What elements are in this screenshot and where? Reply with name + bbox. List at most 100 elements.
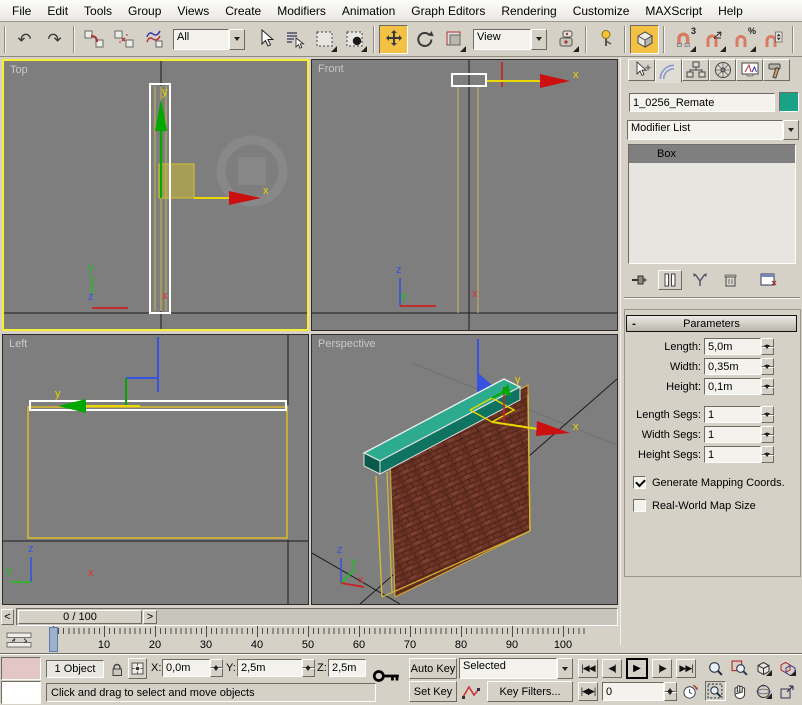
width-spinner[interactable] [761,358,774,375]
object-name-field[interactable]: 1_0256_Remate [629,93,775,112]
menu-item-tools[interactable]: Tools [76,2,120,20]
select-and-move-button[interactable] [379,25,408,54]
previous-frame-button[interactable]: ◀| [602,659,622,678]
undo-button[interactable]: ↶ [10,25,39,54]
modifier-list-dropdown[interactable]: Modifier List [627,120,799,140]
modifier-stack-item-box[interactable]: Box [629,145,795,163]
absolute-mode-toggle[interactable] [128,658,147,679]
spinner-snap-button[interactable] [759,25,788,54]
percent-snap-button[interactable]: % [729,25,758,54]
zoom-region-button[interactable] [705,681,726,701]
menu-item-modifiers[interactable]: Modifiers [269,2,334,20]
zoom-button[interactable] [705,658,726,678]
track-bar-ruler[interactable]: 0 10 20 30 40 50 60 70 80 90 100 [38,626,618,654]
viewport-left-label[interactable]: Left [9,338,27,350]
tab-modify[interactable] [655,59,682,83]
select-and-rotate-button[interactable] [409,25,438,54]
viewport-perspective-label[interactable]: Perspective [318,338,375,350]
window-crossing-button[interactable] [340,25,369,54]
make-unique-button[interactable] [688,270,712,290]
remove-modifier-button[interactable] [718,270,742,290]
go-to-start-button[interactable]: |◀◀ [578,659,598,678]
select-by-name-button[interactable] [280,25,309,54]
height-field[interactable]: 0,1m [704,378,761,395]
select-and-manipulate-button[interactable] [591,25,620,54]
default-in-out-tangents-button[interactable] [459,681,483,702]
go-to-end-button[interactable]: ▶▶| [676,659,696,678]
show-end-result-button[interactable] [658,270,682,290]
menu-item-edit[interactable]: Edit [39,2,76,20]
reference-coordinate-dropdown[interactable]: View [473,29,547,50]
pan-view-button[interactable] [729,681,750,701]
menu-item-views[interactable]: Views [169,2,217,20]
length-segs-spinner[interactable] [761,406,774,423]
open-mini-curve-editor-button[interactable] [2,629,36,650]
x-coord-spinner[interactable] [210,659,223,677]
zoom-extents-button[interactable] [753,658,774,678]
menu-item-create[interactable]: Create [217,2,269,20]
height-segs-spinner[interactable] [761,446,774,463]
menu-item-group[interactable]: Group [120,2,169,20]
tab-motion[interactable] [709,59,736,81]
z-coord-field[interactable]: 2,5m [328,659,366,677]
generate-mapping-checkbox[interactable] [633,476,646,489]
viewport-front-label[interactable]: Front [318,63,344,75]
parameters-rollout-header[interactable]: - Parameters [626,315,797,332]
height-segs-field[interactable]: 1 [704,446,761,463]
set-key-button[interactable]: Set Key [409,681,457,702]
menu-item-graph-editors[interactable]: Graph Editors [403,2,493,20]
x-coord-field[interactable]: 0,0m [162,659,210,677]
tab-create[interactable] [628,59,655,81]
current-frame-spinner[interactable] [664,682,677,701]
selection-region-button[interactable] [310,25,339,54]
arc-rotate-button[interactable] [753,681,774,701]
zoom-extents-all-button[interactable] [777,658,798,678]
time-slider-prev-button[interactable]: < [1,609,14,625]
viewport-top-label[interactable]: Top [10,64,28,76]
selection-lock-toggle[interactable] [108,659,126,679]
tab-hierarchy[interactable] [682,59,709,81]
key-mode-dropdown[interactable]: Selected [459,658,573,679]
select-and-link-button[interactable] [79,25,108,54]
menu-item-customize[interactable]: Customize [565,2,638,20]
time-slider-track[interactable]: 0 / 100 > [16,608,618,626]
maxscript-mini-listener[interactable] [1,681,41,704]
length-segs-field[interactable]: 1 [704,406,761,423]
viewport-top[interactable]: Top y x y z x [2,59,309,331]
y-coord-spinner[interactable] [302,659,315,677]
snaps-toggle-button[interactable]: 3 [669,25,698,54]
zoom-all-button[interactable] [729,658,750,678]
unlink-selection-button[interactable] [109,25,138,54]
play-animation-button[interactable]: ▶ [626,658,648,679]
menu-item-file[interactable]: File [4,2,39,20]
key-filters-button[interactable]: Key Filters... [487,681,573,702]
pin-stack-button[interactable] [628,270,652,290]
frame-position-handle[interactable] [49,627,58,652]
tab-display[interactable] [736,59,763,81]
select-object-button[interactable] [250,25,279,54]
redo-button[interactable]: ↷ [40,25,69,54]
auto-key-button[interactable]: Auto Key [409,658,457,679]
modifier-stack[interactable]: Box [628,144,796,264]
angle-snap-button[interactable] [699,25,728,54]
viewport-perspective[interactable]: Perspective x y z y x [311,334,618,605]
use-pivot-center-button[interactable] [552,25,581,54]
select-and-scale-button[interactable] [439,25,468,54]
next-frame-button[interactable]: |▶ [652,659,672,678]
macro-recorder-mini-listener[interactable] [1,657,41,680]
y-coord-field[interactable]: 2,5m [237,659,302,677]
width-field[interactable]: 0,35m [704,358,761,375]
width-segs-spinner[interactable] [761,426,774,443]
keyboard-override-toggle[interactable] [630,25,659,54]
tab-utilities[interactable] [763,59,790,81]
object-color-swatch[interactable] [779,92,799,112]
viewport-left[interactable]: Left y z y x [2,334,309,605]
min-max-toggle-button[interactable] [777,681,798,701]
bind-to-space-warp-button[interactable] [139,25,168,54]
time-configuration-button[interactable] [680,682,700,701]
menu-item-maxscript[interactable]: MAXScript [637,2,710,20]
configure-modifier-sets-button[interactable] [756,270,780,290]
viewport-front[interactable]: Front x z y x [311,59,618,331]
key-mode-toggle-button[interactable]: |◀▶| [578,682,598,701]
track-bar[interactable]: 0 10 20 30 40 50 60 70 80 90 100 [0,626,620,654]
